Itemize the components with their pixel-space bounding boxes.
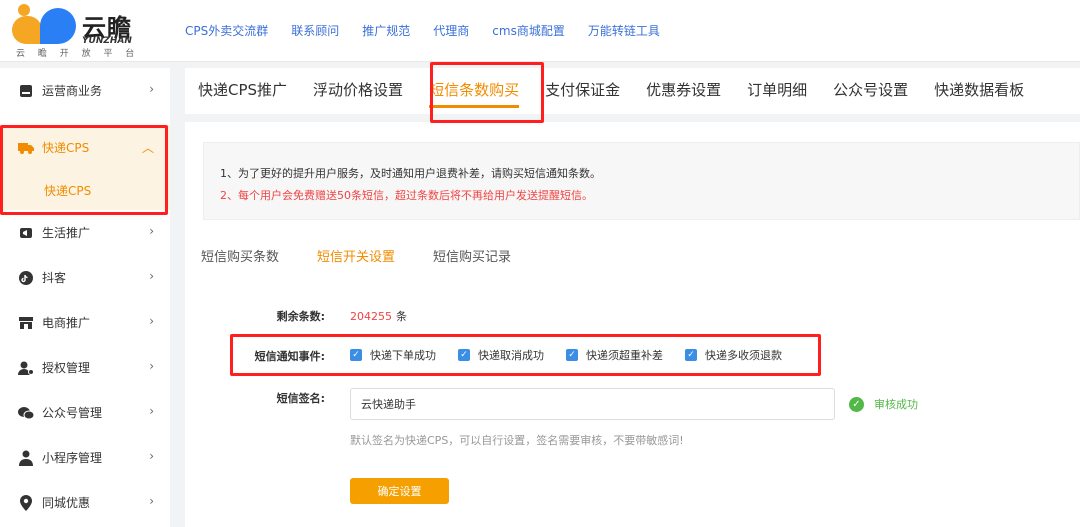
subtab-sms-count[interactable]: 短信购买条数 [201, 246, 279, 265]
highlight-box-events [230, 334, 821, 376]
remain-count: 204255 条 [350, 308, 407, 324]
sub-tabs: 短信购买条数 短信开关设置 短信购买记录 [201, 246, 511, 265]
chevron-right-icon: › [149, 404, 154, 418]
check-circle-icon: ✓ [849, 396, 864, 412]
chevron-right-icon: › [149, 82, 154, 96]
chevron-right-icon: › [149, 314, 154, 328]
signature-hint: 默认签名为快递CPS，可以自行设置，签名需要审核，不要带敏感词! [350, 434, 684, 447]
tab-express-cps[interactable]: 快递CPS推广 [185, 68, 300, 114]
chevron-right-icon: › [149, 359, 154, 373]
tab-order-detail[interactable]: 订单明细 [734, 68, 820, 114]
megaphone-icon [18, 225, 34, 241]
sidebar-item-label: 抖客 [42, 271, 67, 285]
remain-value: 204255 [350, 310, 392, 323]
highlight-box-sidebar [0, 125, 168, 215]
chevron-right-icon: › [149, 449, 154, 463]
shop-icon [18, 315, 34, 331]
highlight-box-tab [430, 62, 544, 123]
remain-unit: 条 [396, 310, 407, 323]
notice-box: 1、为了更好的提升用户服务，及时通知用户退费补差，请购买短信通知条数。 2、每个… [203, 142, 1080, 220]
sidebar-item-ecommerce[interactable]: 电商推广 › [0, 300, 170, 345]
chevron-right-icon: › [149, 224, 154, 238]
chevron-right-icon: › [149, 269, 154, 283]
brand-name-en: YUNZHAN [82, 36, 132, 46]
verify-status: ✓ 审核成功 [849, 396, 918, 412]
topnav-cms[interactable]: cms商城配置 [492, 22, 565, 39]
tab-wechat-settings[interactable]: 公众号设置 [820, 68, 921, 114]
notice-line-1: 1、为了更好的提升用户服务，及时通知用户退费补差，请购买短信通知条数。 [220, 167, 601, 180]
location-icon [18, 494, 34, 511]
sidebar-item-label: 生活推广 [42, 226, 91, 240]
brand-slogan: 云 瞻 开 放 平 台 [16, 49, 140, 59]
card-icon [18, 83, 34, 99]
tab-bar: 快递CPS推广 浮动价格设置 短信条数购买 支付保证金 优惠券设置 订单明细 公… [185, 68, 1080, 114]
chevron-right-icon: › [149, 494, 154, 508]
sidebar-item-label: 运营商业务 [42, 84, 103, 98]
notice-line-2: 2、每个用户会免费赠送50条短信，超过条数后将不再给用户发送提醒短信。 [220, 189, 593, 202]
sidebar-item-label: 小程序管理 [42, 451, 103, 465]
sidebar-item-auth[interactable]: 授权管理 › [0, 345, 170, 390]
topnav-cps-group[interactable]: CPS外卖交流群 [185, 22, 268, 39]
topnav-contact[interactable]: 联系顾问 [291, 22, 339, 39]
remain-label: 剩余条数: [276, 310, 325, 323]
confirm-settings-button[interactable]: 确定设置 [350, 478, 449, 504]
wechat-icon [18, 405, 34, 421]
top-bar: 云瞻 YUNZHAN 云 瞻 开 放 平 台 CPS外卖交流群 联系顾问 推广规… [0, 0, 1080, 62]
sidebar-item-miniprogram[interactable]: 小程序管理 › [0, 435, 170, 480]
main-content: 1、为了更好的提升用户服务，及时通知用户退费补差，请购买短信通知条数。 2、每个… [185, 122, 1080, 527]
sidebar-item-local-deals[interactable]: 同城优惠 › [0, 480, 170, 525]
topnav-link-tool[interactable]: 万能转链工具 [588, 22, 660, 39]
sidebar-item-label: 同城优惠 [42, 496, 91, 510]
subtab-sms-records[interactable]: 短信购买记录 [433, 246, 511, 265]
sidebar-item-label: 电商推广 [42, 316, 91, 330]
tab-deposit[interactable]: 支付保证金 [532, 68, 633, 114]
tab-data-board[interactable]: 快递数据看板 [921, 68, 1037, 114]
sidebar-item-operator[interactable]: 运营商业务 › [0, 68, 170, 113]
logo[interactable]: 云瞻 YUNZHAN 云 瞻 开 放 平 台 [10, 4, 140, 59]
user-key-icon [18, 360, 34, 376]
signature-input[interactable] [350, 388, 835, 420]
person-icon [18, 450, 34, 466]
topnav-agent[interactable]: 代理商 [433, 22, 469, 39]
sidebar-item-wechat-account[interactable]: 公众号管理 › [0, 390, 170, 435]
topnav-rules[interactable]: 推广规范 [362, 22, 410, 39]
sidebar-item-label: 授权管理 [42, 361, 91, 375]
douyin-icon [18, 270, 34, 286]
sidebar-item-douke[interactable]: 抖客 › [0, 255, 170, 300]
tab-coupon[interactable]: 优惠券设置 [633, 68, 734, 114]
top-nav: CPS外卖交流群 联系顾问 推广规范 代理商 cms商城配置 万能转链工具 [185, 22, 660, 39]
sidebar-item-life[interactable]: 生活推广 › [0, 210, 170, 255]
tab-float-price[interactable]: 浮动价格设置 [300, 68, 416, 114]
subtab-sms-switch[interactable]: 短信开关设置 [317, 246, 395, 265]
sidebar-item-label: 公众号管理 [42, 406, 103, 420]
signature-label: 短信签名: [276, 392, 325, 405]
